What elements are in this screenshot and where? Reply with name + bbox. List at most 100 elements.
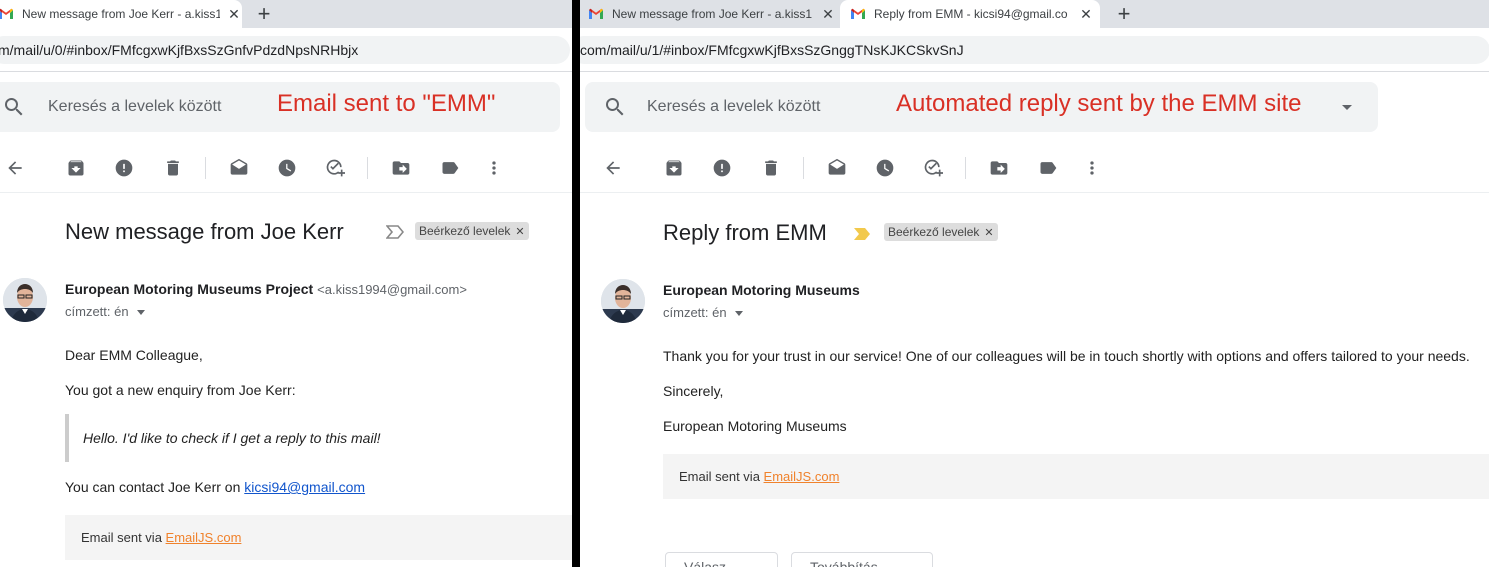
forward-button[interactable]: Továbbítás <box>791 552 933 567</box>
close-icon[interactable]: ✕ <box>1078 6 1094 23</box>
tab-title: New message from Joe Kerr - a.kiss1 <box>612 7 813 21</box>
label-text: Beérkező levelek <box>419 224 511 238</box>
email-subject: Reply from EMM <box>663 220 827 245</box>
chevron-down-icon[interactable] <box>734 311 743 317</box>
snooze-icon[interactable] <box>277 158 297 178</box>
search-icon[interactable] <box>603 95 627 119</box>
close-icon[interactable]: ✕ <box>820 6 836 23</box>
recipient-details[interactable]: címzett: én <box>663 305 743 320</box>
sign-off: Sincerely, <box>663 383 724 399</box>
annotation-email-sent: Email sent to "EMM" <box>277 90 496 117</box>
recipient-label: címzett: én <box>663 305 727 320</box>
address-bar: com/mail/u/1/#inbox/FMfcgxwKjfBxsSzGnggT… <box>580 28 1489 72</box>
label-icon[interactable] <box>1038 158 1058 178</box>
gmail-icon <box>0 6 14 22</box>
tab-strip: New message from Joe Kerr - a.kiss1 ✕ Re… <box>580 0 1489 28</box>
search-icon[interactable] <box>2 95 26 119</box>
body-line: Thank you for your trust in our service!… <box>663 348 1470 364</box>
important-marker-icon[interactable] <box>853 226 871 242</box>
toolbar-divider <box>367 157 368 179</box>
body-line: You got a new enquiry from Joe Kerr: <box>65 382 296 398</box>
inbox-label-chip[interactable]: Beérkező levelek ✕ <box>884 223 998 241</box>
mark-unread-icon[interactable] <box>827 158 847 178</box>
emailjs-link[interactable]: EmailJS.com <box>166 530 242 545</box>
sender-name[interactable]: European Motoring Museums <box>663 282 860 298</box>
tab-title: New message from Joe Kerr - a.kiss1 <box>22 7 220 21</box>
back-arrow-icon[interactable] <box>5 158 25 178</box>
sender-line: European Motoring Museums Project <a.kiss… <box>65 281 467 297</box>
footer-prefix: Email sent via <box>679 469 764 484</box>
more-vert-icon[interactable] <box>484 158 504 178</box>
reply-button[interactable]: Válasz <box>665 552 778 567</box>
inbox-label-chip[interactable]: Beérkező levelek ✕ <box>415 222 529 240</box>
label-text: Beérkező levelek <box>888 225 980 239</box>
reply-label: Válasz <box>684 559 727 567</box>
search-input[interactable]: Keresés a levelek között <box>48 98 221 116</box>
greeting: Dear EMM Colleague, <box>65 347 203 363</box>
quoted-message: Hello. I'd like to check if I get a repl… <box>65 414 565 462</box>
tab-reply-from-emm[interactable]: Reply from EMM - kicsi94@gmail.co ✕ <box>840 0 1100 28</box>
more-vert-icon[interactable] <box>1082 158 1102 178</box>
spam-icon[interactable] <box>114 158 134 178</box>
toolbar-divider <box>205 157 206 179</box>
tab-new-message-joe-kerr[interactable]: New message from Joe Kerr - a.kiss1 ✕ <box>0 0 242 28</box>
sender-email: <a.kiss1994@gmail.com> <box>317 282 467 297</box>
emailjs-footer: Email sent via EmailJS.com <box>65 515 572 560</box>
spam-icon[interactable] <box>712 158 732 178</box>
forward-label: Továbbítás <box>810 559 878 567</box>
label-icon[interactable] <box>440 158 460 178</box>
tab-strip: New message from Joe Kerr - a.kiss1 ✕ + <box>0 0 572 28</box>
footer-text: Email sent via EmailJS.com <box>81 530 241 545</box>
avatar[interactable] <box>601 279 645 323</box>
chevron-down-icon[interactable] <box>136 310 145 316</box>
toolbar-divider <box>965 157 966 179</box>
search-options-caret-icon[interactable] <box>1342 105 1352 110</box>
message-toolbar <box>0 143 572 193</box>
footer-prefix: Email sent via <box>81 530 166 545</box>
mark-unread-icon[interactable] <box>229 158 249 178</box>
contact-line: You can contact Joe Kerr on kicsi94@gmai… <box>65 479 365 495</box>
toolbar-divider <box>803 157 804 179</box>
footer-text: Email sent via EmailJS.com <box>679 469 839 484</box>
emailjs-link[interactable]: EmailJS.com <box>764 469 840 484</box>
url-field[interactable]: com/mail/u/1/#inbox/FMfcgxwKjfBxsSzGnggT… <box>580 36 1489 64</box>
recipient-label: címzett: én <box>65 304 129 319</box>
snooze-icon[interactable] <box>875 158 895 178</box>
add-to-tasks-icon[interactable] <box>325 158 345 178</box>
plus-icon[interactable]: + <box>1110 0 1138 28</box>
url-field[interactable]: m/mail/u/0/#inbox/FMfcgxwKjfBxsSzGnfvPdz… <box>0 36 570 64</box>
avatar[interactable] <box>3 278 47 322</box>
important-marker-icon[interactable] <box>386 224 404 240</box>
archive-icon[interactable] <box>664 158 684 178</box>
emailjs-footer: Email sent via EmailJS.com <box>663 454 1489 499</box>
gmail-icon <box>588 6 604 22</box>
remove-label-icon[interactable]: ✕ <box>984 227 993 239</box>
sender-name[interactable]: European Motoring Museums Project <box>65 281 313 297</box>
delete-icon[interactable] <box>163 158 183 178</box>
quoted-text: Hello. I'd like to check if I get a repl… <box>83 430 381 446</box>
gmail-icon <box>850 6 866 22</box>
tab-new-message-joe-kerr[interactable]: New message from Joe Kerr - a.kiss1 ✕ <box>586 0 836 28</box>
archive-icon[interactable] <box>66 158 86 178</box>
annotation-automated-reply: Automated reply sent by the EMM site <box>896 90 1302 117</box>
move-to-icon[interactable] <box>989 158 1009 178</box>
left-gmail-window: New message from Joe Kerr - a.kiss1 ✕ + … <box>0 0 572 567</box>
signature: European Motoring Museums <box>663 418 847 434</box>
address-bar: m/mail/u/0/#inbox/FMfcgxwKjfBxsSzGnfvPdz… <box>0 28 572 72</box>
search-input[interactable]: Keresés a levelek között <box>647 98 820 116</box>
close-icon[interactable]: ✕ <box>226 6 242 23</box>
right-gmail-window: New message from Joe Kerr - a.kiss1 ✕ Re… <box>580 0 1489 567</box>
message-toolbar <box>580 143 1489 193</box>
move-to-icon[interactable] <box>391 158 411 178</box>
contact-prefix: You can contact Joe Kerr on <box>65 479 245 495</box>
back-arrow-icon[interactable] <box>603 158 623 178</box>
tab-title: Reply from EMM - kicsi94@gmail.co <box>874 7 1068 21</box>
remove-label-icon[interactable]: ✕ <box>515 226 524 238</box>
screenshot-divider <box>572 0 580 567</box>
contact-email-link[interactable]: kicsi94@gmail.com <box>244 479 365 495</box>
recipient-details[interactable]: címzett: én <box>65 304 145 319</box>
plus-icon[interactable]: + <box>250 0 278 28</box>
email-subject: New message from Joe Kerr <box>65 219 344 244</box>
add-to-tasks-icon[interactable] <box>923 158 943 178</box>
delete-icon[interactable] <box>761 158 781 178</box>
